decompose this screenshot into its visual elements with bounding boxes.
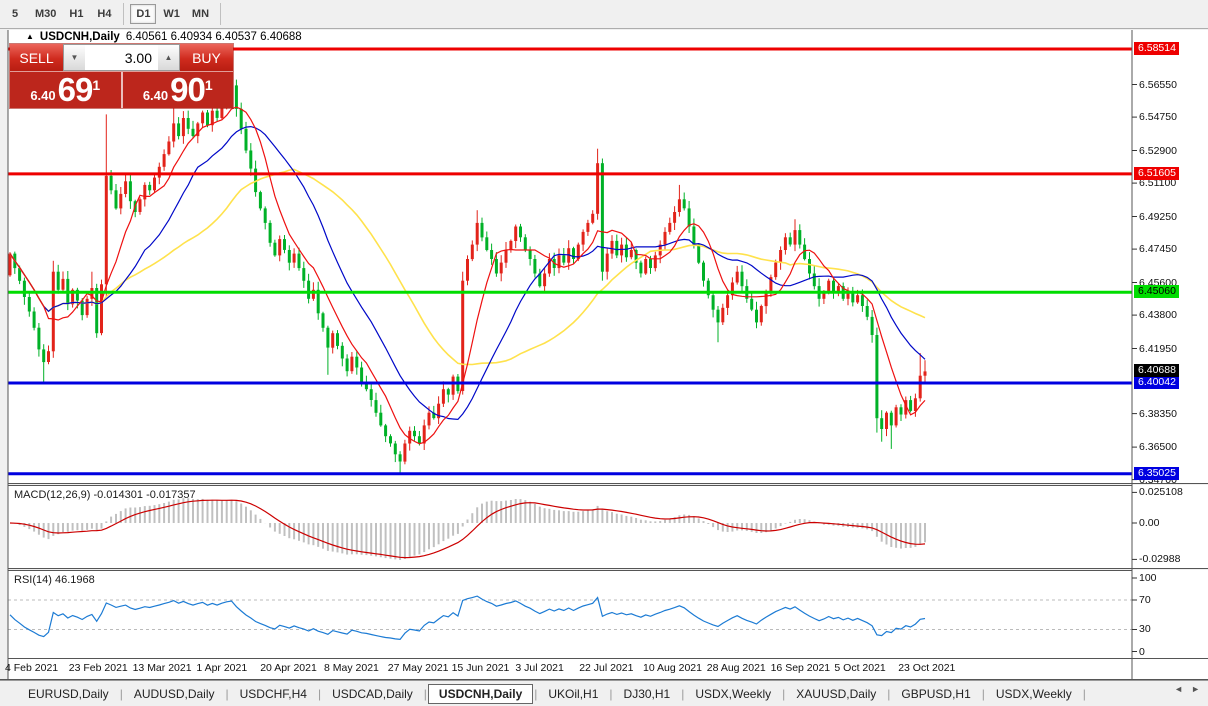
chart-tab-audusd[interactable]: AUDUSD,Daily bbox=[124, 684, 225, 704]
tab-separator: | bbox=[423, 686, 427, 701]
current-price-badge: 6.40688 bbox=[1134, 364, 1179, 378]
price-level-badge: 6.35025 bbox=[1134, 466, 1179, 480]
date-axis-label: 23 Feb 2021 bbox=[68, 662, 128, 674]
chart-tab-usdcad[interactable]: USDCAD,Daily bbox=[322, 684, 423, 704]
tab-separator: | bbox=[317, 686, 322, 701]
volume-input[interactable] bbox=[85, 45, 158, 70]
date-axis-label: 10 Aug 2021 bbox=[643, 662, 702, 674]
collapse-panel-icon[interactable]: ▲ bbox=[26, 32, 34, 41]
buy-price-prefix: 6.40 bbox=[142, 88, 169, 103]
axis-tick-label: 6.47450 bbox=[1139, 243, 1177, 256]
macd-indicator-label: MACD(12,26,9) -0.014301 -0.017357 bbox=[14, 489, 196, 501]
price-level-badge: 6.40042 bbox=[1134, 376, 1179, 390]
tab-separator: | bbox=[534, 686, 538, 701]
chart-tab-xauusd[interactable]: XAUUSD,Daily bbox=[786, 684, 886, 704]
chart-tab-gbpusd[interactable]: GBPUSD,H1 bbox=[891, 684, 980, 704]
one-click-trading-panel: SELL ▼ ▲ BUY 6.40 69 1 6.40 90 1 bbox=[10, 44, 233, 108]
price-level-badge: 6.45060 bbox=[1134, 285, 1179, 299]
chart-tab-dj30[interactable]: DJ30,H1 bbox=[614, 684, 681, 704]
tab-separator: | bbox=[681, 686, 685, 701]
sell-price-quote[interactable]: 6.40 69 1 bbox=[10, 72, 121, 108]
volume-spinner: ▼ ▲ bbox=[63, 44, 180, 71]
chart-tab-usdcnh[interactable]: USDCNH,Daily bbox=[427, 683, 534, 704]
axis-tick-label: 100 bbox=[1139, 572, 1157, 584]
date-axis-label: 3 Jul 2021 bbox=[515, 662, 564, 674]
axis-tick-label: 6.54750 bbox=[1139, 111, 1177, 124]
date-axis-label: 27 May 2021 bbox=[387, 662, 449, 674]
axis-tick-label: 6.56550 bbox=[1139, 78, 1177, 91]
tab-separator: | bbox=[225, 686, 229, 701]
date-axis-label: 4 Feb 2021 bbox=[5, 662, 59, 674]
tab-scroll-controls: ◄ ► bbox=[1174, 684, 1200, 694]
tab-separator: | bbox=[981, 686, 985, 701]
chart-ohlc-values: 6.40561 6.40934 6.40537 6.40688 bbox=[125, 31, 302, 43]
volume-increase-icon[interactable]: ▲ bbox=[158, 45, 179, 70]
volume-decrease-icon[interactable]: ▼ bbox=[64, 45, 85, 70]
date-axis-label: 22 Jul 2021 bbox=[579, 662, 634, 674]
date-axis-label: 5 Oct 2021 bbox=[834, 662, 886, 674]
date-axis-label: 16 Sep 2021 bbox=[770, 662, 831, 674]
axis-tick-label: 6.41950 bbox=[1139, 342, 1177, 355]
date-axis-label: 28 Aug 2021 bbox=[706, 662, 766, 674]
chart-tab-usdx[interactable]: USDX,Weekly bbox=[986, 684, 1082, 704]
axis-tick-label: -0.02988 bbox=[1139, 553, 1181, 566]
rsi-indicator-label: RSI(14) 46.1968 bbox=[14, 574, 95, 586]
chart-tab-usdx[interactable]: USDX,Weekly bbox=[685, 684, 781, 704]
chart-symbol-label: USDCNH,Daily bbox=[39, 31, 120, 43]
axis-tick-label: 6.52900 bbox=[1139, 144, 1177, 157]
axis-tick-label: 6.49250 bbox=[1139, 210, 1177, 223]
tab-separator: | bbox=[1082, 686, 1086, 701]
tab-separator: | bbox=[887, 686, 891, 701]
axis-tick-label: 6.38350 bbox=[1139, 407, 1177, 420]
tab-separator: | bbox=[609, 686, 613, 701]
sell-price-main: 69 bbox=[57, 71, 94, 108]
axis-tick-label: 0 bbox=[1139, 645, 1145, 658]
axis-tick-label: 6.36500 bbox=[1139, 441, 1177, 454]
chart-title: ▲ USDCNH,Daily 6.40561 6.40934 6.40537 6… bbox=[26, 31, 302, 43]
date-axis-label: 8 May 2021 bbox=[324, 662, 379, 674]
price-level-badge: 6.58514 bbox=[1134, 42, 1179, 55]
buy-button[interactable]: BUY bbox=[180, 44, 233, 71]
date-axis-label: 13 Mar 2021 bbox=[132, 662, 192, 674]
date-axis-label: 20 Apr 2021 bbox=[260, 662, 317, 674]
sell-price-pip: 1 bbox=[92, 77, 101, 93]
date-axis-label: 23 Oct 2021 bbox=[898, 662, 956, 674]
axis-tick-label: 0.00 bbox=[1139, 517, 1160, 529]
tab-separator: | bbox=[119, 686, 123, 701]
chart-tab-ukoil[interactable]: UKOil,H1 bbox=[538, 684, 608, 704]
sell-button[interactable]: SELL bbox=[10, 44, 63, 71]
chart-tabs-bar: EURUSD,Daily | AUDUSD,Daily | USDCHF,H4 | USDC… bbox=[0, 680, 1208, 706]
price-level-badge: 6.51605 bbox=[1134, 166, 1179, 180]
axis-tick-label: 30 bbox=[1139, 623, 1151, 636]
axis-tick-label: 0.025108 bbox=[1139, 486, 1183, 499]
tab-scroll-right-icon[interactable]: ► bbox=[1191, 684, 1200, 694]
buy-price-pip: 1 bbox=[204, 77, 213, 93]
tab-scroll-left-icon[interactable]: ◄ bbox=[1174, 684, 1183, 694]
chart-tab-eurusd[interactable]: EURUSD,Daily bbox=[18, 684, 119, 704]
tab-separator: | bbox=[782, 686, 786, 701]
date-axis-label: 1 Apr 2021 bbox=[196, 662, 248, 674]
axis-tick-label: 6.43800 bbox=[1139, 309, 1177, 322]
axis-tick-label: 70 bbox=[1139, 594, 1151, 607]
buy-price-main: 90 bbox=[170, 71, 206, 108]
buy-price-quote[interactable]: 6.40 90 1 bbox=[123, 72, 234, 108]
chart-tab-usdchf[interactable]: USDCHF,H4 bbox=[230, 684, 317, 704]
date-axis-label: 15 Jun 2021 bbox=[451, 662, 510, 674]
sell-price-prefix: 6.40 bbox=[30, 88, 56, 103]
trading-platform-window: 5 M30 H1 H4 D1 W1 MN ▲ USDCNH,Daily 6.40561 6.… bbox=[0, 0, 1208, 706]
